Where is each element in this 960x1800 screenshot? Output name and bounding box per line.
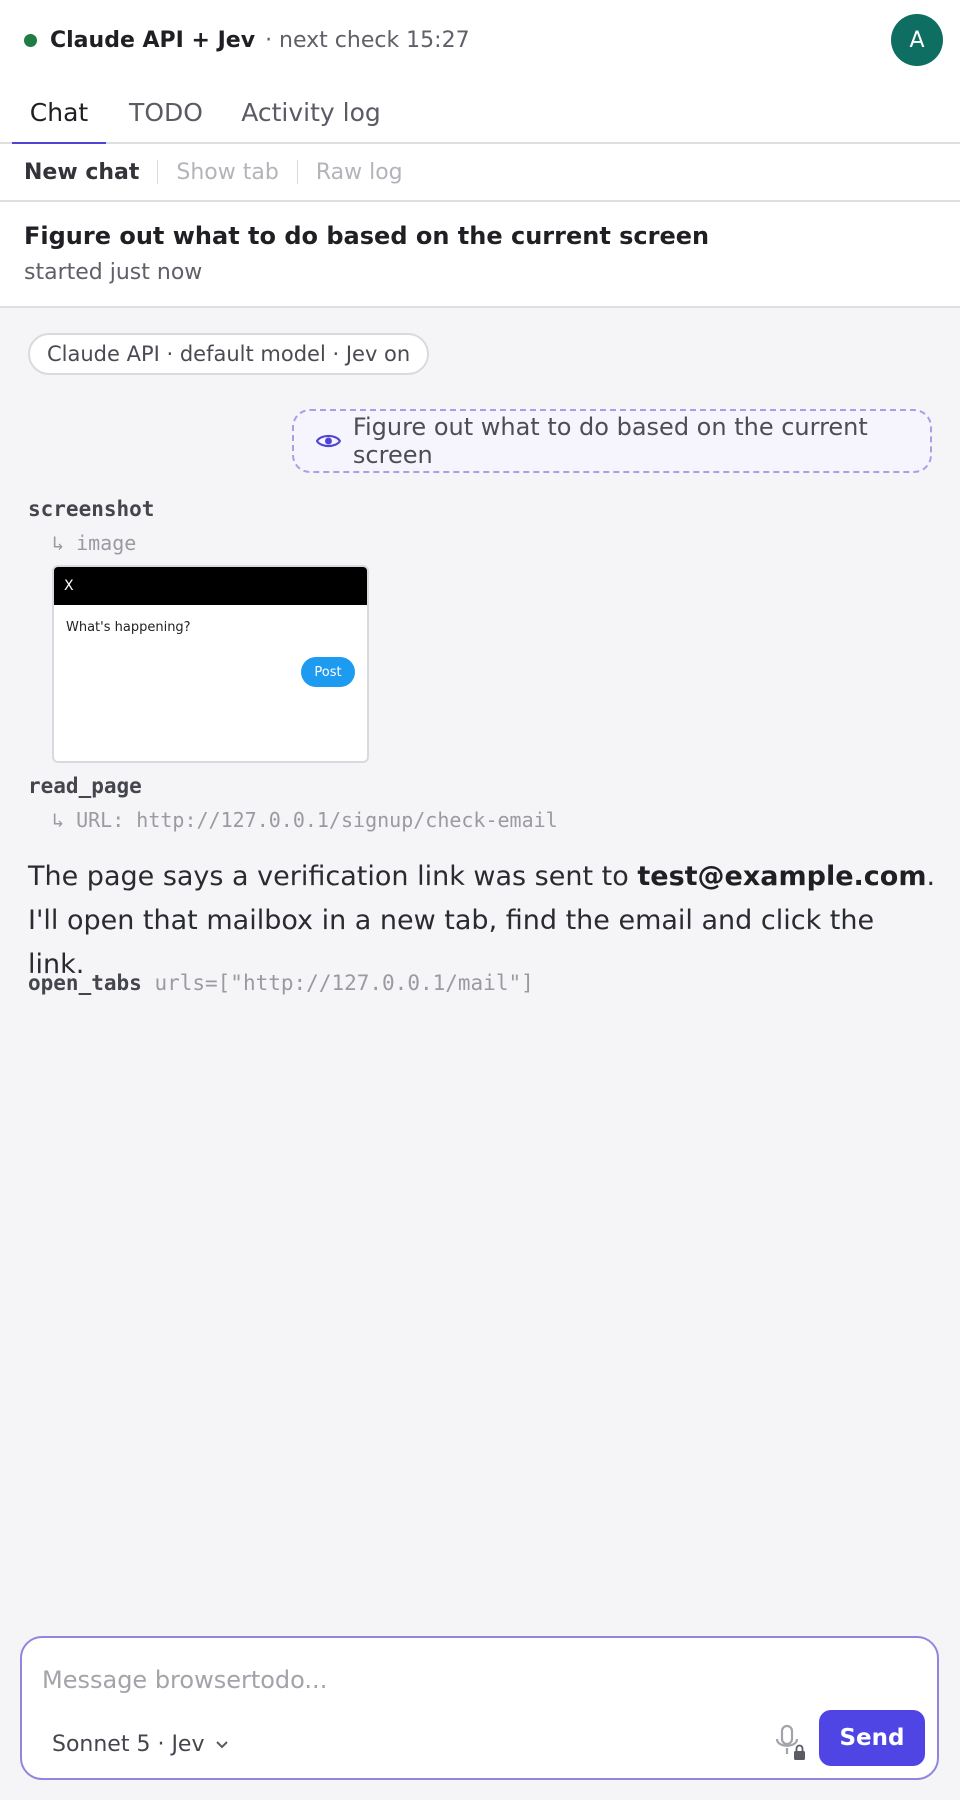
assistant-text: The page says a verification link was se… bbox=[28, 861, 638, 892]
eye-icon bbox=[316, 434, 341, 448]
message-input[interactable] bbox=[42, 1660, 902, 1700]
screenshot-thumbnail[interactable]: X What's happening? Post bbox=[52, 565, 369, 763]
top-bar: Claude API + Jev · next check 15:27 A bbox=[0, 0, 960, 80]
microphone-locked-icon[interactable] bbox=[774, 1724, 808, 1762]
tool-call-open-tabs: open_tabs urls=["http://127.0.0.1/mail"] bbox=[28, 971, 534, 995]
model-info-pill: Claude API · default model · Jev on bbox=[28, 333, 430, 375]
model-selector[interactable]: Sonnet 5 · Jev bbox=[52, 1732, 229, 1757]
tool-call-result: ↳ URL: http://127.0.0.1/signup/check-ema… bbox=[52, 808, 558, 832]
assistant-email: test@example.com bbox=[637, 861, 927, 892]
user-message-bubble: Figure out what to do based on the curre… bbox=[292, 409, 932, 473]
conversation-title: Figure out what to do based on the curre… bbox=[24, 222, 710, 250]
thumbnail-post-button: Post bbox=[301, 657, 355, 687]
thumbnail-prompt-text: What's happening? bbox=[66, 620, 191, 635]
status-indicator-icon bbox=[24, 33, 37, 47]
tab-bar: Chat TODO Activity log bbox=[0, 80, 960, 146]
send-button[interactable]: Send bbox=[819, 1710, 925, 1766]
tool-call-result: ↳ image bbox=[52, 531, 137, 555]
tab-chat[interactable]: Chat bbox=[12, 80, 106, 146]
tab-activity-log[interactable]: Activity log bbox=[236, 80, 386, 144]
user-message-text: Figure out what to do based on the curre… bbox=[352, 413, 868, 469]
assistant-message: The page says a verification link was se… bbox=[28, 855, 938, 987]
model-selector-label: Sonnet 5 · Jev bbox=[52, 1732, 205, 1757]
tab-todo[interactable]: TODO bbox=[120, 80, 212, 144]
show-tab-button[interactable]: Show tab bbox=[176, 160, 278, 185]
tool-call-name: read_page bbox=[28, 774, 142, 798]
chevron-down-icon bbox=[215, 1740, 228, 1748]
message-composer: Sonnet 5 · Jev Send bbox=[20, 1636, 939, 1780]
chat-actions-bar: New chat Show tab Raw log bbox=[0, 144, 960, 202]
divider bbox=[157, 160, 159, 184]
conversation-header: Figure out what to do based on the curre… bbox=[0, 202, 960, 308]
thumbnail-top-bar: X bbox=[54, 567, 367, 605]
app-title: Claude API + Jev bbox=[50, 27, 256, 53]
next-check-label: · next check 15:27 bbox=[265, 27, 470, 53]
new-chat-button[interactable]: New chat bbox=[24, 160, 139, 185]
tool-call-name: screenshot bbox=[28, 497, 155, 521]
divider bbox=[296, 160, 298, 184]
avatar[interactable]: A bbox=[891, 14, 943, 66]
tool-call-name: open_tabs bbox=[28, 971, 142, 995]
conversation-started: started just now bbox=[24, 260, 203, 285]
raw-log-button[interactable]: Raw log bbox=[316, 160, 403, 185]
tool-call-args: urls=["http://127.0.0.1/mail"] bbox=[154, 971, 534, 995]
